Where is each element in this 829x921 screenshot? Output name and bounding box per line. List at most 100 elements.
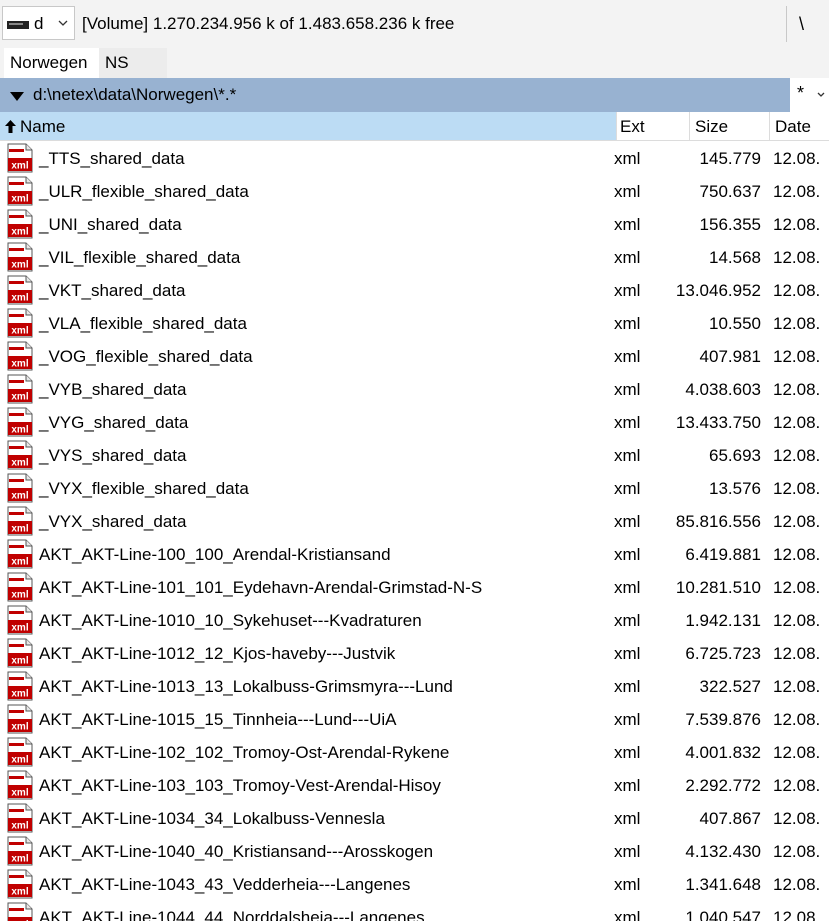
file-name: AKT_AKT-Line-103_103_Tromoy-Vest-Arendal… — [39, 776, 441, 795]
file-name: _VYS_shared_data — [39, 446, 187, 465]
drive-selector[interactable]: d — [2, 6, 75, 40]
xml-file-icon: xml — [7, 374, 33, 404]
file-row[interactable]: xml _ULR_flexible_shared_data xml 750.637 12… — [0, 174, 829, 207]
column-header-ext[interactable]: Ext — [617, 112, 690, 140]
file-date: 12.08. — [773, 380, 821, 399]
file-size: 407.867 — [699, 809, 761, 828]
file-ext: xml — [614, 677, 641, 696]
file-row[interactable]: xml AKT_AKT-Line-1013_13_Lokalbuss-Grimsm… — [0, 669, 829, 702]
root-dir-button[interactable]: \ — [799, 14, 804, 35]
xml-file-icon: xml — [7, 572, 33, 602]
file-row[interactable]: xml _VYX_flexible_shared_data xml 13.576 12.… — [0, 471, 829, 504]
xml-file-icon: xml — [7, 605, 33, 635]
file-name: AKT_AKT-Line-101_101_Eydehavn-Arendal-Gr… — [39, 578, 483, 597]
file-date: 12.08. — [773, 347, 821, 366]
file-date: 12.08. — [773, 908, 821, 921]
drive-icon — [7, 21, 29, 29]
path-bar[interactable]: d:\netex\data\Norwegen\*.* — [0, 78, 790, 112]
svg-text:xml: xml — [11, 524, 28, 535]
file-date: 12.08. — [773, 809, 821, 828]
file-ext: xml — [614, 446, 641, 465]
xml-file-icon: xml — [7, 176, 33, 206]
file-row[interactable]: xml _VIL_flexible_shared_data xml 14.568 12.… — [0, 240, 829, 273]
file-size: 6.419.881 — [685, 545, 761, 564]
file-date: 12.08. — [773, 545, 821, 564]
file-size: 2.292.772 — [685, 776, 761, 795]
svg-text:xml: xml — [11, 722, 28, 733]
xml-file-icon: xml — [7, 209, 33, 239]
file-name: _VYB_shared_data — [39, 380, 187, 399]
svg-text:xml: xml — [11, 491, 28, 502]
svg-text:xml: xml — [11, 359, 28, 370]
file-row[interactable]: xml AKT_AKT-Line-1034_34_Lokalbuss-Vennes… — [0, 801, 829, 834]
svg-text:xml: xml — [11, 392, 28, 403]
file-date: 12.08. — [773, 710, 821, 729]
column-header-date[interactable]: Date — [770, 112, 829, 140]
chevron-down-icon[interactable] — [816, 90, 826, 100]
file-date: 12.08. — [773, 776, 821, 795]
column-header-name[interactable]: Name — [0, 112, 617, 140]
file-row[interactable]: xml AKT_AKT-Line-100_100_Arendal-Kristian… — [0, 537, 829, 570]
filter-selector[interactable]: * — [790, 78, 829, 112]
column-header-size[interactable]: Size — [690, 112, 770, 140]
file-row[interactable]: xml _VKT_shared_data xml 13.046.952 12.08. — [0, 273, 829, 306]
file-name: AKT_AKT-Line-1044_44_Norddalsheia---Lang… — [39, 908, 425, 921]
file-ext: xml — [614, 908, 641, 921]
file-row[interactable]: xml _VYG_shared_data xml 13.433.750 12.08. — [0, 405, 829, 438]
file-name: AKT_AKT-Line-1015_15_Tinnheia---Lund---U… — [39, 710, 397, 729]
xml-file-icon: xml — [7, 341, 33, 371]
file-row[interactable]: xml _UNI_shared_data xml 156.355 12.08. — [0, 207, 829, 240]
svg-text:xml: xml — [11, 293, 28, 304]
file-date: 12.08. — [773, 875, 821, 894]
file-ext: xml — [614, 809, 641, 828]
file-ext: xml — [614, 347, 641, 366]
tab-ns[interactable]: NS — [99, 48, 167, 78]
file-size: 7.539.876 — [685, 710, 761, 729]
file-row[interactable]: xml AKT_AKT-Line-1015_15_Tinnheia---Lund-… — [0, 702, 829, 735]
file-date: 12.08. — [773, 677, 821, 696]
xml-file-icon: xml — [7, 308, 33, 338]
chevron-down-icon[interactable] — [57, 17, 69, 29]
xml-file-icon: xml — [7, 440, 33, 470]
history-dropdown-icon[interactable] — [10, 92, 24, 101]
file-row[interactable]: xml AKT_AKT-Line-103_103_Tromoy-Vest-Aren… — [0, 768, 829, 801]
file-row[interactable]: xml _TTS_shared_data xml 145.779 12.08. — [0, 141, 829, 174]
file-row[interactable]: xml _VOG_flexible_shared_data xml 407.981 12… — [0, 339, 829, 372]
file-name: _UNI_shared_data — [39, 215, 182, 234]
file-row[interactable]: xml AKT_AKT-Line-1040_40_Kristiansand---A… — [0, 834, 829, 867]
file-date: 12.08. — [773, 479, 821, 498]
file-size: 4.132.430 — [685, 842, 761, 861]
file-row[interactable]: xml AKT_AKT-Line-102_102_Tromoy-Ost-Arend… — [0, 735, 829, 768]
file-date: 12.08. — [773, 446, 821, 465]
drive-bar: d [Volume] 1.270.234.956 k of 1.483.658.… — [0, 0, 829, 48]
file-date: 12.08. — [773, 413, 821, 432]
svg-text:xml: xml — [11, 227, 28, 238]
xml-file-icon: xml — [7, 836, 33, 866]
file-size: 13.433.750 — [675, 413, 761, 432]
file-row[interactable]: xml AKT_AKT-Line-101_101_Eydehavn-Arendal… — [0, 570, 829, 603]
file-row[interactable]: xml _VYB_shared_data xml 4.038.603 12.08. — [0, 372, 829, 405]
file-row[interactable]: xml _VLA_flexible_shared_data xml 10.550 12.… — [0, 306, 829, 339]
file-list[interactable]: xml _TTS_shared_data xml 145.779 12.08. xml _U… — [0, 141, 829, 921]
file-ext: xml — [614, 149, 641, 168]
svg-text:xml: xml — [11, 821, 28, 832]
file-size: 13.046.952 — [675, 281, 761, 300]
file-row[interactable]: xml AKT_AKT-Line-1012_12_Kjos-haveby---Ju… — [0, 636, 829, 669]
file-row[interactable]: xml AKT_AKT-Line-1043_43_Vedderheia---Lan… — [0, 867, 829, 900]
file-row[interactable]: xml _VYX_shared_data xml 85.816.556 12.08. — [0, 504, 829, 537]
file-date: 12.08. — [773, 578, 821, 597]
file-date: 12.08. — [773, 512, 821, 531]
column-header: Name Ext Size Date — [0, 112, 829, 141]
file-size: 1.040.547 — [685, 908, 761, 921]
file-row[interactable]: xml AKT_AKT-Line-1010_10_Sykehuset---Kvad… — [0, 603, 829, 636]
tab-norwegen[interactable]: Norwegen — [4, 48, 99, 78]
file-row[interactable]: xml _VYS_shared_data xml 65.693 12.08. — [0, 438, 829, 471]
file-name: _VYG_shared_data — [39, 413, 189, 432]
file-row[interactable]: xml AKT_AKT-Line-1044_44_Norddalsheia---L… — [0, 900, 829, 921]
svg-text:xml: xml — [11, 425, 28, 436]
file-ext: xml — [614, 875, 641, 894]
file-ext: xml — [614, 743, 641, 762]
file-size: 1.942.131 — [685, 611, 761, 630]
file-name: AKT_AKT-Line-1013_13_Lokalbuss-Grimsmyra… — [39, 677, 453, 696]
file-ext: xml — [614, 578, 641, 597]
